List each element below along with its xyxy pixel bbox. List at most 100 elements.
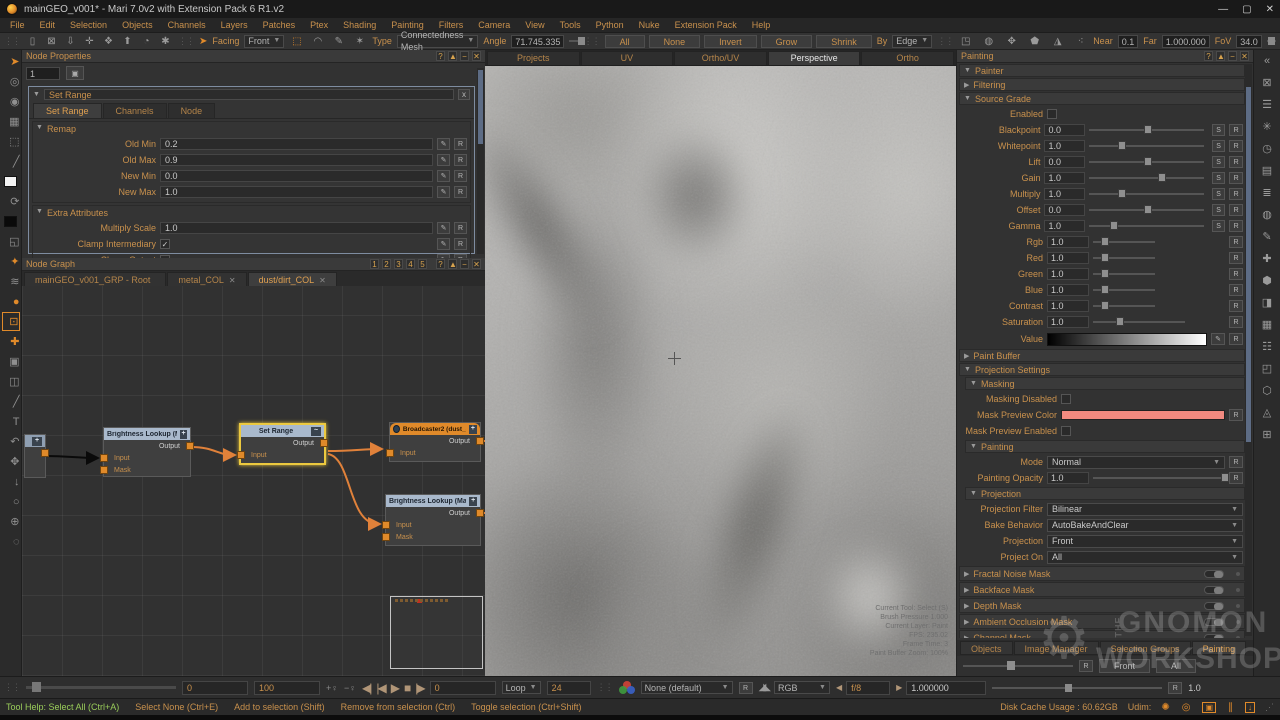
reset-button[interactable]: R: [1229, 456, 1243, 468]
graph-node-set-range[interactable]: Set Range ~ Output Input: [239, 423, 326, 465]
palette-tab[interactable]: Selection Groups: [1100, 641, 1191, 655]
reset-button[interactable]: R: [1229, 409, 1243, 421]
paint-buffer-section-bar[interactable]: ▶Paint Buffer: [959, 349, 1245, 362]
selection-button[interactable]: None: [649, 35, 701, 48]
ellipse-tool-icon[interactable]: ○: [2, 492, 20, 511]
grade-slider[interactable]: [1089, 225, 1203, 227]
marquee-tool-icon[interactable]: ⬚: [2, 132, 20, 151]
selection-button[interactable]: Shrink: [816, 35, 872, 48]
set-key-button[interactable]: S: [1212, 140, 1226, 152]
mask-toggle[interactable]: [1204, 618, 1224, 626]
mask-section-bar[interactable]: ▶ Fractal Noise Mask: [959, 566, 1245, 581]
go-to-start-button[interactable]: |◀: [376, 681, 384, 695]
graph-view-button[interactable]: 1: [370, 259, 379, 269]
toolbar-grip[interactable]: ⋮⋮: [584, 36, 600, 47]
close-dock-icon[interactable]: ⊠: [1257, 74, 1277, 92]
selection-palette-icon[interactable]: ☷: [1257, 338, 1277, 356]
menu-item[interactable]: Tools: [560, 20, 581, 30]
set-key-button[interactable]: S: [1212, 124, 1226, 136]
reset-button[interactable]: R: [1229, 188, 1243, 200]
help-icon[interactable]: ?: [436, 259, 445, 269]
angle-slider[interactable]: [569, 40, 578, 42]
view-palette-icon[interactable]: ⊞: [1257, 426, 1277, 444]
mask-toggle[interactable]: [1204, 634, 1224, 639]
selection-button[interactable]: All: [605, 35, 645, 48]
next-frame-button[interactable]: |▶: [415, 681, 423, 695]
graph-node-brightness-lookup-2[interactable]: Brightness Lookup (Masked)2 + Output Inp…: [385, 494, 481, 546]
dashboard-icon[interactable]: ◔: [139, 36, 154, 47]
curve-button[interactable]: ✎: [437, 186, 450, 198]
transport-grip[interactable]: ⋮⋮: [597, 682, 613, 693]
multiply-scale-field[interactable]: 1.0: [160, 222, 433, 234]
angle-field[interactable]: 71.745.335: [511, 35, 564, 48]
symmetry-status-icon[interactable]: ✺: [1161, 702, 1169, 713]
palette-tab[interactable]: Image Manager: [1014, 641, 1099, 655]
menu-item[interactable]: Layers: [221, 20, 248, 30]
reset-button[interactable]: R: [1229, 124, 1243, 136]
mask-section-bar[interactable]: ▶ Depth Mask: [959, 598, 1245, 613]
node-graph-tab[interactable]: metal_COL ✕: [167, 272, 246, 287]
marquee-select-icon[interactable]: ⬚: [289, 36, 304, 47]
close-icon[interactable]: ✕: [1240, 51, 1249, 61]
node-properties-header[interactable]: Node Properties ?▲−✕: [22, 50, 485, 63]
source-grade-enabled-checkbox[interactable]: [1047, 109, 1057, 119]
grade-slider[interactable]: [1093, 257, 1155, 259]
input-port[interactable]: [237, 451, 245, 459]
polygon-select-icon[interactable]: ✎: [331, 36, 346, 47]
reset-button[interactable]: R: [454, 170, 467, 182]
warp-tool-icon[interactable]: ◉: [2, 92, 20, 111]
mask-section-bar[interactable]: ▶ Channel Mask: [959, 630, 1245, 638]
collapse-arrow-icon[interactable]: ▼: [36, 208, 43, 218]
reset-button[interactable]: R: [1168, 682, 1182, 694]
projection-dropdown[interactable]: Front▼: [1047, 535, 1243, 548]
lasso-tool-icon[interactable]: ◌: [2, 532, 20, 551]
node-graph-tab[interactable]: mainGEO_v001_GRP - Root: [24, 272, 166, 287]
reset-button[interactable]: R: [1079, 660, 1093, 672]
grade-value-field[interactable]: 1.0: [1047, 316, 1089, 328]
graph-view-button[interactable]: 3: [394, 259, 403, 269]
node-add-icon[interactable]: +: [180, 430, 187, 439]
node-graph-tab[interactable]: dust/dirt_COL ✕: [248, 272, 337, 287]
set-key-button[interactable]: S: [1212, 204, 1226, 216]
lasso-select-icon[interactable]: ◠: [310, 36, 325, 47]
udim-columns-status-icon[interactable]: ∥: [1228, 702, 1233, 713]
reset-button[interactable]: R: [454, 138, 467, 150]
reset-button[interactable]: R: [1229, 316, 1243, 328]
group-close-button[interactable]: x: [458, 89, 470, 100]
value-field[interactable]: 0.2: [160, 138, 433, 150]
swap-colors-icon[interactable]: ⟳: [2, 192, 20, 211]
default-colors-icon[interactable]: ◱: [2, 232, 20, 251]
particles-icon[interactable]: ⁖: [1073, 36, 1088, 47]
reset-button[interactable]: R: [1229, 252, 1243, 264]
maximize-button[interactable]: ▢: [1242, 4, 1251, 15]
menu-item[interactable]: Nuke: [639, 20, 660, 30]
viewport-canvas[interactable]: Current Tool: Select (S)Brush Pressure 1…: [485, 66, 956, 676]
paint-mode-dropdown[interactable]: Normal▼: [1047, 456, 1225, 469]
tab-close-icon[interactable]: ✕: [229, 276, 236, 285]
node-graph-canvas[interactable]: + Brightness Lookup (Masked)1 + Output I…: [22, 286, 485, 676]
grade-slider[interactable]: [1093, 321, 1185, 323]
viewport-tab[interactable]: Ortho/UV: [674, 51, 767, 65]
graph-overview-rectangle[interactable]: [390, 596, 483, 669]
add-palette-icon[interactable]: ✚: [1257, 250, 1277, 268]
toolbar-grip[interactable]: ⋮⋮: [178, 36, 194, 47]
exposure-field[interactable]: f/8: [846, 681, 890, 695]
collapse-arrow-icon[interactable]: ▼: [33, 91, 40, 98]
mask-toggle[interactable]: [1204, 602, 1224, 610]
settings-gear-icon[interactable]: ✱: [158, 36, 173, 47]
reset-button[interactable]: R: [1229, 300, 1243, 312]
grade-value-field[interactable]: 1.0: [1047, 284, 1089, 296]
blur-tool-icon[interactable]: ◫: [2, 372, 20, 391]
grade-slider[interactable]: [1093, 273, 1155, 275]
input-port[interactable]: [386, 449, 394, 457]
reset-button[interactable]: R: [739, 682, 753, 694]
grade-value-field[interactable]: 0.0: [1044, 156, 1085, 168]
minimize-button[interactable]: —: [1218, 4, 1228, 15]
gyro-tool-icon[interactable]: ⊕: [2, 512, 20, 531]
mask-section-bar[interactable]: ▶ Backface Mask: [959, 582, 1245, 597]
brush-editor-palette-icon[interactable]: ✎: [1257, 228, 1277, 246]
facing-dropdown[interactable]: Front▼: [244, 35, 284, 48]
graph-view-button[interactable]: 2: [382, 259, 391, 269]
shelf-palette-icon[interactable]: ✳: [1257, 118, 1277, 136]
colors-palette-icon[interactable]: ▦: [1257, 316, 1277, 334]
